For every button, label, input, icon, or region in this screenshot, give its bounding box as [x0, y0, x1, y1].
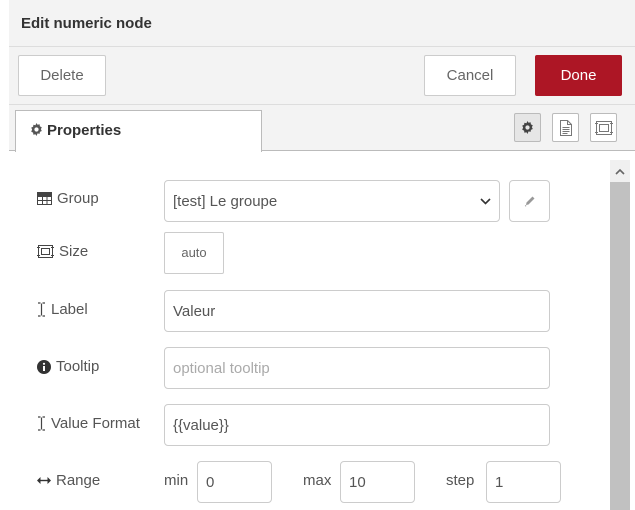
- label-input-value: Valeur: [173, 302, 216, 320]
- range-step-input[interactable]: 1: [486, 461, 561, 503]
- value-format-input[interactable]: {{value}}: [164, 404, 550, 446]
- range-max-value: 10: [349, 473, 366, 491]
- tab-properties[interactable]: Properties: [15, 110, 262, 152]
- range-max-label: max: [303, 472, 332, 489]
- size-label: Size: [59, 243, 89, 260]
- pencil-icon: [524, 196, 534, 207]
- table-icon: [37, 192, 52, 205]
- format-row-label: Value Format: [37, 415, 140, 432]
- tooltip-input-placeholder: optional tooltip: [173, 359, 270, 377]
- label-row-label: Label: [37, 301, 88, 318]
- description-icon: [559, 119, 572, 136]
- info-icon: [37, 359, 51, 374]
- cancel-button[interactable]: Cancel: [424, 55, 516, 96]
- range-step-label: step: [446, 472, 475, 489]
- chevron-up-icon: [615, 168, 625, 175]
- edit-group-button[interactable]: [509, 180, 550, 222]
- group-select-value: [test] Le groupe: [173, 192, 278, 210]
- tab-properties-icon-button[interactable]: [514, 113, 541, 142]
- label-label: Label: [51, 301, 88, 318]
- tooltip-input[interactable]: optional tooltip: [164, 347, 550, 389]
- tab-properties-label: Properties: [47, 122, 122, 139]
- tab-description-button[interactable]: [552, 113, 579, 142]
- scrollbar-thumb[interactable]: [610, 182, 630, 510]
- range-min-value: 0: [206, 473, 215, 491]
- appearance-icon: [594, 120, 613, 135]
- group-select[interactable]: [test] Le groupe: [164, 180, 500, 222]
- text-cursor-icon: [38, 416, 45, 431]
- range-min-input[interactable]: 0: [197, 461, 272, 503]
- range-step-value: 1: [495, 473, 504, 491]
- done-button[interactable]: Done: [535, 55, 622, 96]
- delete-button[interactable]: Delete: [18, 55, 106, 96]
- arrows-horizontal-icon: [37, 477, 51, 484]
- tooltip-row-label: Tooltip: [37, 358, 99, 375]
- range-max-input[interactable]: 10: [340, 461, 415, 503]
- value-format-input-value: {{value}}: [173, 416, 229, 434]
- tab-bar: Properties: [9, 105, 635, 152]
- text-cursor-icon: [38, 302, 45, 317]
- tray-title: Edit numeric node: [21, 15, 152, 32]
- size-row-label: Size: [37, 243, 88, 260]
- group-label: Group: [57, 190, 99, 207]
- format-label: Value Format: [51, 415, 140, 432]
- chevron-down-icon: [480, 197, 491, 205]
- tooltip-label: Tooltip: [56, 358, 100, 375]
- tray-header: Edit numeric node: [9, 0, 635, 47]
- label-input[interactable]: Valeur: [164, 290, 550, 332]
- tab-appearance-button[interactable]: [590, 113, 617, 142]
- range-label: Range: [56, 472, 101, 489]
- appearance-icon: [37, 245, 54, 258]
- gear-icon: [522, 121, 533, 134]
- scroll-up-button[interactable]: [610, 160, 630, 182]
- group-row-label: Group: [37, 190, 99, 207]
- range-row-label: Range: [37, 472, 100, 489]
- range-min-label: min: [164, 472, 189, 489]
- tray-toolbar: Delete Cancel Done: [9, 47, 635, 105]
- gear-icon: [30, 123, 43, 140]
- size-button[interactable]: auto: [164, 232, 224, 274]
